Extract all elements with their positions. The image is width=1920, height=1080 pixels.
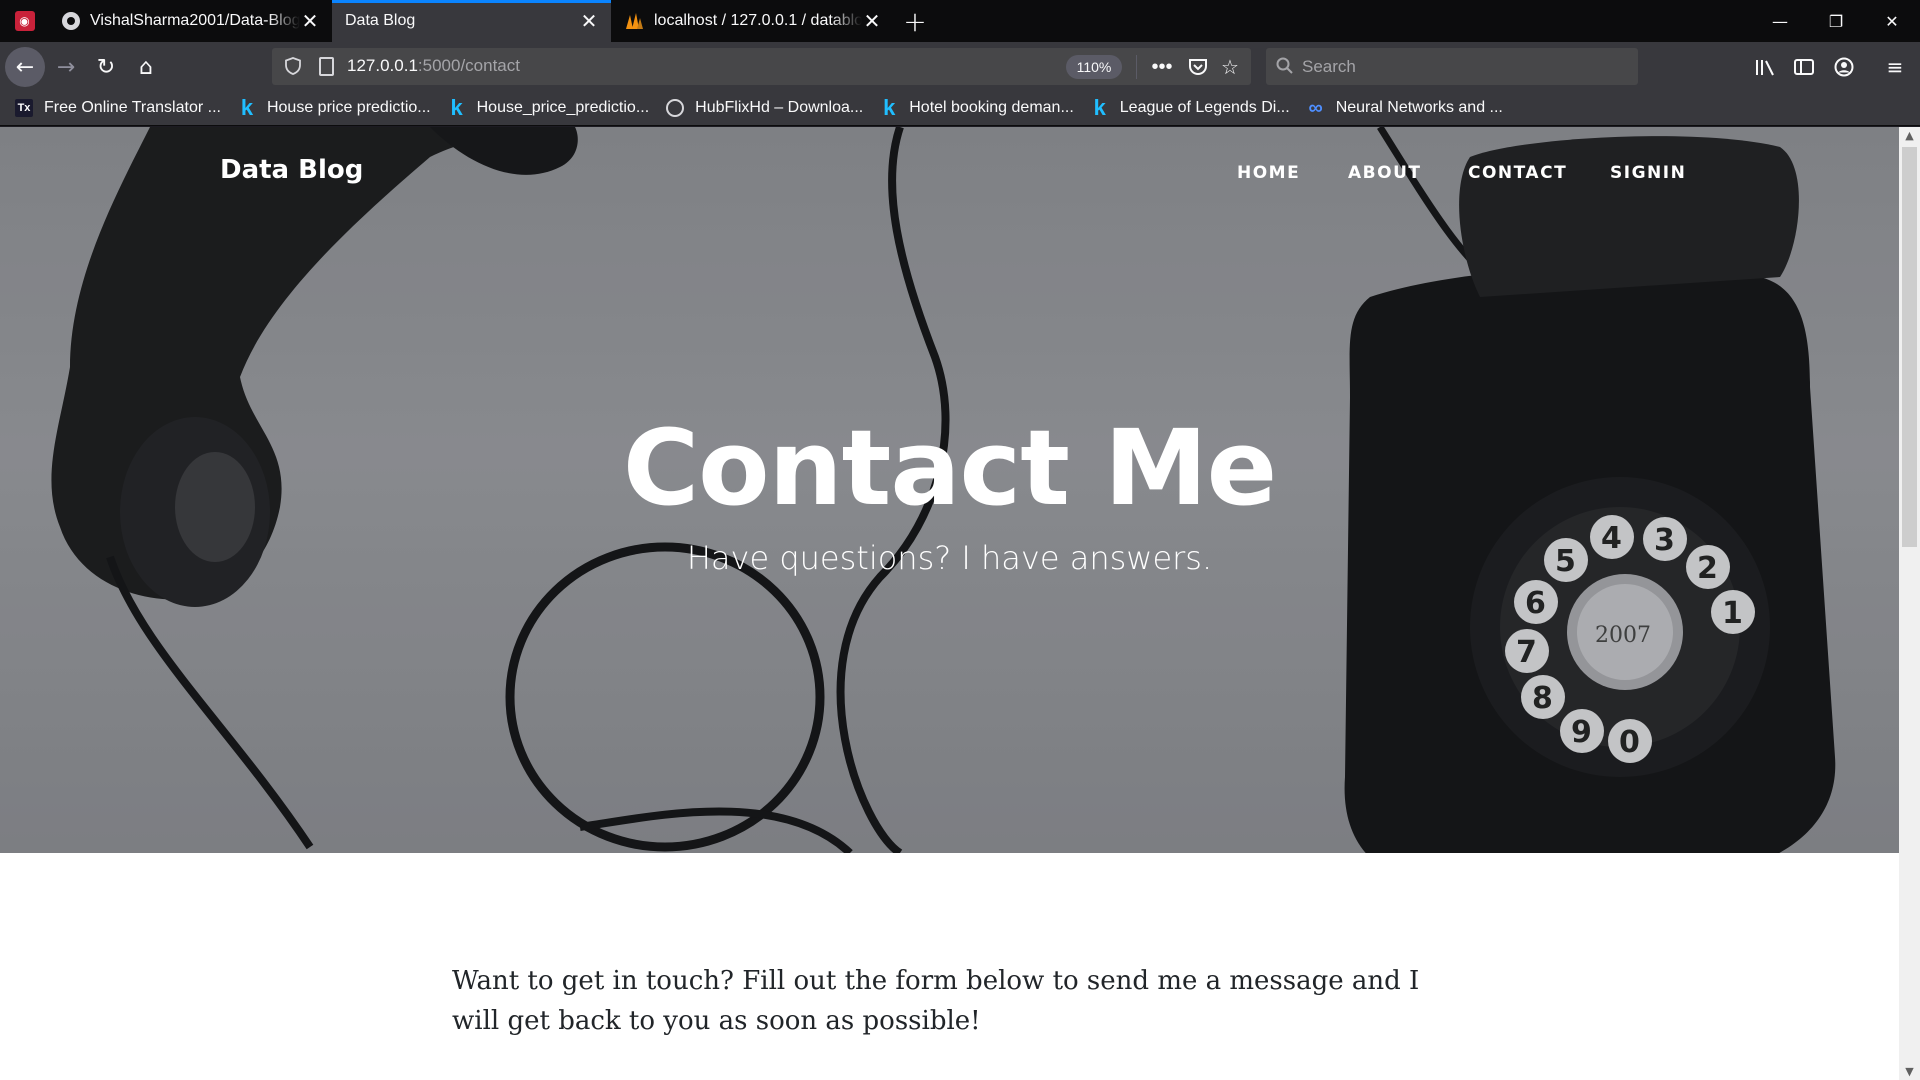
zoom-level-badge[interactable]: 110% — [1066, 55, 1122, 79]
page-scrollbar[interactable]: ▲ ▼ — [1899, 127, 1920, 1080]
kaggle-icon: k — [240, 95, 254, 120]
tab-data-blog[interactable]: Data Blog ✕ — [332, 0, 611, 42]
close-icon[interactable]: ✕ — [862, 9, 882, 33]
kaggle-icon: k — [1093, 95, 1106, 120]
menu-icon[interactable]: ≡ — [1880, 52, 1910, 82]
close-icon[interactable]: ✕ — [579, 9, 599, 33]
intro-paragraph: Want to get in touch? Fill out the form … — [452, 966, 1420, 1036]
url-text[interactable]: 127.0.0.1:5000/contact — [347, 56, 520, 76]
page-content: 2007 4 3 2 1 5 6 7 8 9 0 Data Blog HOME — [0, 127, 1899, 1080]
page-subtitle: Have questions? I have answers. — [686, 539, 1213, 577]
bookmark-item[interactable]: Tx Free Online Translator ... — [15, 91, 221, 126]
tab-github[interactable]: VishalSharma2001/Data-Blog- ✕ — [49, 0, 332, 42]
github-icon — [62, 12, 80, 30]
minimize-button[interactable]: — — [1752, 0, 1808, 42]
search-input[interactable] — [1302, 48, 1622, 85]
sidebar-icon[interactable] — [1789, 52, 1819, 82]
infinity-icon: ∞ — [1308, 96, 1323, 119]
nav-home-link[interactable]: HOME — [1237, 163, 1300, 183]
bookmark-item[interactable]: k House_price_predictio... — [448, 91, 649, 126]
phpmyadmin-icon — [624, 11, 644, 31]
search-bar[interactable] — [1266, 48, 1638, 85]
scroll-up-arrow-icon[interactable]: ▲ — [1899, 127, 1920, 144]
navigation-toolbar: ← → ↻ ⌂ 127.0.0.1:5000/contact 110% ••• … — [0, 42, 1920, 91]
close-icon[interactable]: ✕ — [300, 9, 320, 33]
bookmarks-toolbar: Tx Free Online Translator ... k House pric… — [0, 91, 1920, 126]
window-controls: — ❐ ✕ — [1752, 0, 1920, 42]
home-button[interactable]: ⌂ — [126, 47, 166, 87]
search-icon — [1276, 57, 1293, 74]
account-icon[interactable] — [1829, 52, 1859, 82]
nav-contact-link[interactable]: CONTACT — [1468, 163, 1567, 183]
pocket-icon[interactable] — [1185, 54, 1211, 80]
reload-button[interactable]: ↻ — [86, 47, 126, 87]
tab-title: VishalSharma2001/Data-Blog- — [90, 12, 300, 29]
bookmark-item[interactable]: k Hotel booking deman... — [880, 91, 1074, 126]
bookmark-item[interactable]: k House price predictio... — [238, 91, 431, 126]
extension-icon[interactable]: ◉ — [0, 0, 49, 42]
back-button[interactable]: ← — [5, 47, 45, 87]
hero-header: 2007 4 3 2 1 5 6 7 8 9 0 Data Blog HOME — [0, 127, 1899, 853]
tab-title: Data Blog — [345, 12, 416, 29]
url-bar[interactable]: 127.0.0.1:5000/contact 110% ••• ☆ — [272, 48, 1251, 85]
new-tab-button[interactable]: + — [894, 0, 936, 42]
shield-icon[interactable] — [284, 57, 302, 75]
scrollbar-thumb[interactable] — [1902, 147, 1917, 547]
page-title: Contact Me — [622, 407, 1277, 529]
window-close-button[interactable]: ✕ — [1864, 0, 1920, 42]
restore-button[interactable]: ❐ — [1808, 0, 1864, 42]
page-info-icon[interactable] — [319, 57, 334, 76]
forward-button[interactable]: → — [46, 47, 86, 87]
tab-strip: ◉ VishalSharma2001/Data-Blog- ✕ Data Blo… — [0, 0, 1920, 42]
nav-signin-link[interactable]: SIGNIN — [1610, 163, 1686, 183]
translator-icon: Tx — [15, 99, 33, 117]
tab-phpmyadmin[interactable]: localhost / 127.0.0.1 / datablog ✕ — [611, 0, 894, 42]
tab-title: localhost / 127.0.0.1 / datablog — [654, 12, 862, 29]
kaggle-icon: k — [883, 95, 896, 120]
scroll-down-arrow-icon[interactable]: ▼ — [1899, 1063, 1920, 1080]
kaggle-icon: k — [450, 95, 463, 120]
bookmark-item[interactable]: HubFlixHd – Downloa... — [666, 91, 863, 126]
bookmark-star-icon[interactable]: ☆ — [1217, 54, 1243, 80]
bookmark-item[interactable]: ∞ Neural Networks and ... — [1307, 91, 1503, 126]
bookmark-item[interactable]: k League of Legends Di... — [1091, 91, 1290, 126]
page-actions-icon[interactable]: ••• — [1149, 54, 1175, 80]
library-icon[interactable] — [1750, 52, 1780, 82]
site-brand-link[interactable]: Data Blog — [220, 155, 363, 185]
nav-about-link[interactable]: ABOUT — [1348, 163, 1421, 183]
globe-icon — [666, 99, 685, 117]
divider — [1136, 55, 1137, 79]
